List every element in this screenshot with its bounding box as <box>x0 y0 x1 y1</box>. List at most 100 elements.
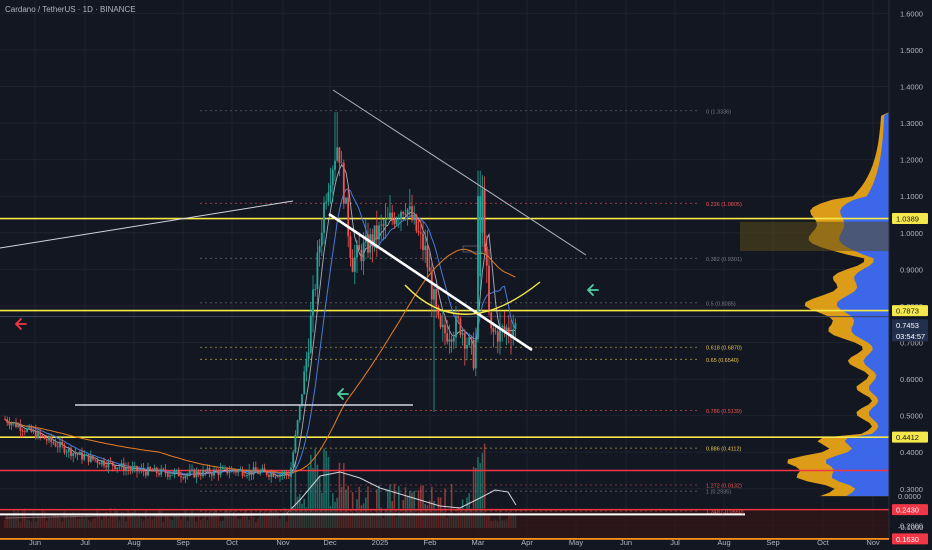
x-tick-label: Apr <box>521 538 533 547</box>
candle-body <box>217 470 220 475</box>
candle-body <box>34 430 37 439</box>
candle-body <box>153 467 156 472</box>
candle-body <box>446 333 449 342</box>
candle-body <box>435 289 438 307</box>
candle-body <box>195 471 198 478</box>
candle-body <box>301 394 303 405</box>
candle-body <box>114 465 116 470</box>
fib-label: 0.618 (0.6870) <box>706 346 742 352</box>
y-tick-label: 1.4000 <box>900 82 923 91</box>
candle-body <box>340 162 343 164</box>
candle-body <box>404 213 407 215</box>
candle-body <box>406 209 409 215</box>
candle-body <box>349 236 352 258</box>
candle-body <box>276 476 279 478</box>
y-tick-label: 0.5000 <box>900 412 923 421</box>
candle-body <box>450 339 453 342</box>
candle-body <box>430 271 433 300</box>
candle-body <box>417 231 420 233</box>
x-tick-label: Jun <box>620 538 632 547</box>
candle-body <box>351 257 354 272</box>
candle-body <box>472 339 475 369</box>
fib-label: 0 (1.3336) <box>706 109 731 115</box>
candle-body <box>173 471 176 475</box>
candle-body <box>221 467 224 470</box>
candle-body <box>296 420 299 435</box>
price-chart[interactable]: 0 (1.3336) 0.236 (1.0805) 0.382 (0.9301) 0.… <box>0 0 932 550</box>
x-tick-label: May <box>569 538 583 547</box>
candle-body <box>78 452 81 455</box>
candle-body <box>41 435 44 437</box>
price-badge-label: 0.7453 <box>896 321 919 330</box>
candle-body <box>109 461 112 463</box>
y-tick-label: 1.5000 <box>900 46 923 55</box>
candle-body <box>96 460 99 463</box>
candle-body <box>342 162 345 204</box>
candle-body <box>37 431 39 439</box>
candle-body <box>19 425 22 431</box>
candle-body <box>70 448 72 456</box>
candle-body <box>426 245 429 268</box>
candle-body <box>28 426 31 429</box>
candle-body <box>441 324 444 328</box>
candle-body <box>206 468 209 472</box>
candle-body <box>380 224 383 226</box>
x-tick-label: 2025 <box>372 538 389 547</box>
candle-body <box>338 147 341 163</box>
x-tick-label: Feb <box>424 538 437 547</box>
candle-body <box>61 441 64 445</box>
fib-label: 0.382 (0.9301) <box>706 257 742 263</box>
candle-body <box>386 217 389 219</box>
candle-body <box>241 469 244 476</box>
candle-body <box>17 425 20 428</box>
candle-body <box>470 337 473 340</box>
candle-body <box>76 454 79 455</box>
candle-body <box>48 436 50 441</box>
candle-body <box>6 419 9 423</box>
candle-body <box>188 470 191 475</box>
candle-body <box>138 470 141 472</box>
candle-body <box>367 234 369 253</box>
x-tick-label: Sep <box>176 538 189 547</box>
candle-body <box>393 218 396 225</box>
candle-body <box>485 246 488 266</box>
candle-body <box>81 452 83 460</box>
candle-body <box>494 331 497 333</box>
candle-body <box>248 470 251 476</box>
candle-body <box>439 315 442 328</box>
candle-body <box>496 331 499 342</box>
candle-body <box>52 441 55 444</box>
candle-body <box>307 352 310 360</box>
candle-body <box>191 469 193 471</box>
candle-body <box>160 468 163 475</box>
candle-body <box>133 465 136 468</box>
candle-body <box>210 473 213 476</box>
candle-body <box>481 189 484 233</box>
candle-body <box>298 404 301 421</box>
candle-body <box>177 469 180 477</box>
candle-body <box>514 323 517 330</box>
candle-body <box>100 460 103 465</box>
candle-body <box>375 225 378 240</box>
candle-body <box>74 453 77 455</box>
candle-body <box>169 475 171 477</box>
y-tick-label: 1.3000 <box>900 119 923 128</box>
red-zone <box>0 508 889 540</box>
candle-body <box>318 245 321 253</box>
candle-body <box>329 185 332 193</box>
candle-body <box>122 463 125 471</box>
candle-body <box>250 470 253 475</box>
candle-body <box>235 470 237 473</box>
candle-body <box>65 451 68 453</box>
candle-body <box>448 339 451 342</box>
candle-body <box>452 337 455 342</box>
candle-body <box>281 474 284 475</box>
fib-ext-label: 1.272 (0.0132) <box>706 484 742 490</box>
candle-body <box>83 455 86 460</box>
x-tick-label: Jul <box>670 538 680 547</box>
candle-body <box>408 206 411 210</box>
candle-body <box>312 289 314 316</box>
price-badge-label: 0.2430 <box>896 506 919 515</box>
candle-body <box>87 454 90 462</box>
candle-body <box>4 419 6 421</box>
